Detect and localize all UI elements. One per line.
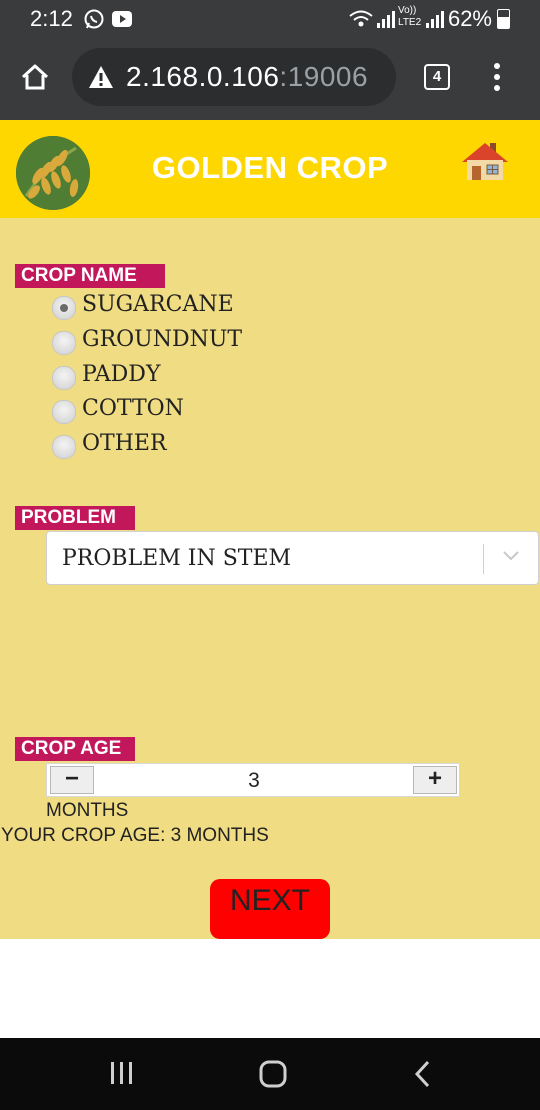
recent-apps-icon[interactable]	[108, 1060, 136, 1086]
signal-icon	[377, 11, 395, 28]
radio-label: GROUNDNUT	[82, 327, 243, 352]
whatsapp-icon	[84, 9, 104, 29]
problem-selected-value: PROBLEM IN STEM	[62, 546, 292, 571]
url-port: :19006	[279, 61, 369, 92]
battery-icon	[497, 9, 510, 29]
radio-button[interactable]	[52, 400, 76, 424]
crop-age-stepper[interactable]: − 3 +	[46, 763, 460, 797]
wifi-icon	[349, 10, 373, 27]
url-host: 2.168.0.106	[126, 61, 280, 92]
radio-button-checked[interactable]	[52, 296, 76, 320]
status-bar: 2:12 Vo)) LTE2 62%	[0, 0, 540, 38]
battery-percent: 62%	[447, 6, 492, 31]
volte-icon: Vo)) LTE2	[398, 5, 422, 28]
status-time: 2:12	[30, 6, 73, 31]
signal-2-icon	[426, 11, 444, 28]
crop-name-label: CROP NAME	[15, 264, 165, 288]
next-button[interactable]: NEXT	[210, 879, 330, 939]
crop-age-summary: YOUR CROP AGE: 3 MONTHS	[1, 825, 269, 846]
problem-dropdown[interactable]: PROBLEM IN STEM	[46, 531, 539, 585]
radio-label: COTTON	[82, 396, 184, 421]
tab-switcher-button[interactable]: 4	[424, 64, 450, 90]
browser-toolbar: 2.168.0.106:19006 4	[0, 38, 540, 120]
crop-age-unit: MONTHS	[46, 800, 129, 821]
radio-button[interactable]	[52, 435, 76, 459]
radio-label: OTHER	[82, 431, 167, 456]
radio-label: PADDY	[82, 362, 161, 387]
radio-button[interactable]	[52, 331, 76, 355]
home-nav-icon[interactable]	[258, 1060, 288, 1088]
overflow-menu-icon[interactable]	[494, 63, 500, 96]
radio-label: SUGARCANE	[82, 292, 234, 317]
url-text[interactable]: 2.168.0.106:19006	[126, 61, 368, 93]
warning-icon[interactable]	[88, 65, 114, 89]
home-icon[interactable]	[20, 62, 50, 92]
back-icon[interactable]	[412, 1060, 432, 1088]
problem-label: PROBLEM	[15, 506, 135, 530]
app-header: GOLDEN CROP	[0, 120, 540, 218]
android-nav-bar	[0, 1038, 540, 1110]
chevron-down-icon[interactable]	[502, 550, 520, 562]
youtube-icon	[112, 11, 132, 27]
increment-button[interactable]: +	[413, 766, 457, 794]
dropdown-separator	[483, 544, 484, 574]
crop-age-value[interactable]: 3	[47, 769, 461, 793]
radio-button[interactable]	[52, 366, 76, 390]
crop-age-label: CROP AGE	[15, 737, 135, 761]
house-home-icon[interactable]	[460, 140, 510, 182]
app-title: GOLDEN CROP	[151, 150, 389, 185]
